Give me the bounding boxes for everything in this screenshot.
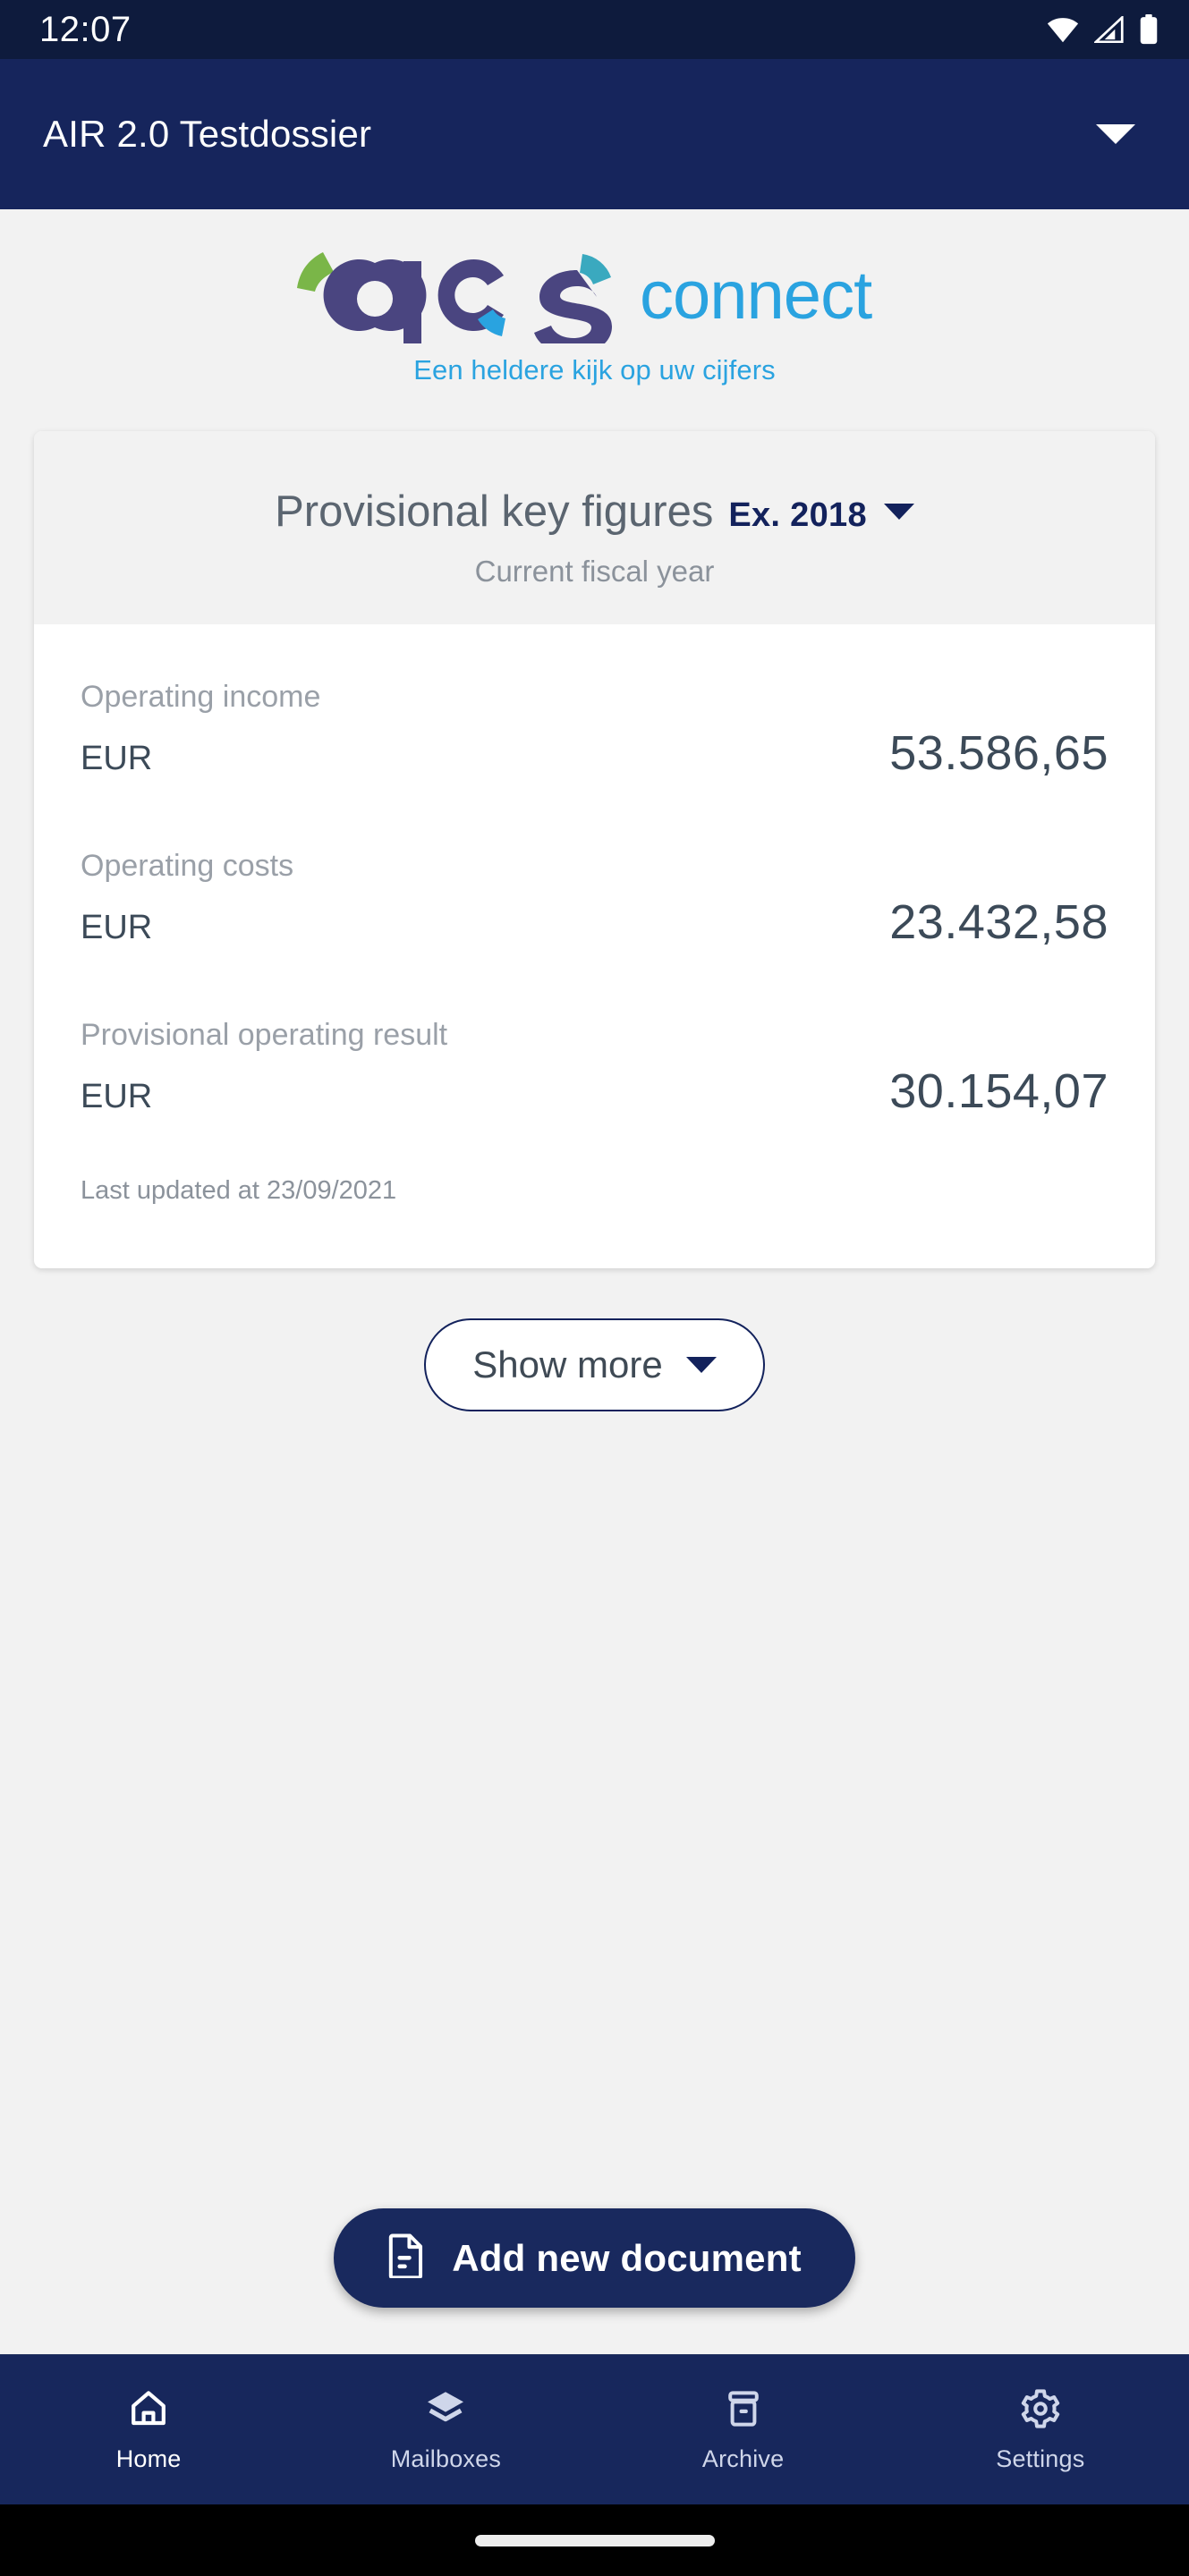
figure-currency: EUR [81,740,153,777]
nav-label-mailboxes: Mailboxes [390,2445,502,2472]
card-title-row: Provisional key figures Ex. 2018 [34,487,1155,537]
main-content: connect Een heldere kijk op uw cijfers P… [0,209,1189,2354]
chevron-down-icon[interactable] [1096,124,1135,144]
figure-label: Provisional operating result [81,1018,448,1052]
card-subtitle: Current fiscal year [474,555,715,588]
figure-line: EUR 23.432,58 [81,894,1108,950]
layers-icon [424,2387,467,2435]
cellular-signal-icon [1094,16,1125,43]
table-row: Operating costs EUR 23.432,58 [81,822,1108,991]
figure-label: Operating costs [81,849,294,883]
add-new-document-button[interactable]: Add new document [334,2208,855,2308]
wifi-icon [1046,16,1080,43]
gear-icon [1019,2387,1062,2435]
nav-item-home[interactable]: Home [0,2387,297,2473]
home-icon [127,2387,170,2435]
figure-value: 23.432,58 [889,895,1108,949]
figure-currency: EUR [81,1078,153,1115]
key-figures-card: Provisional key figures Ex. 2018 Current… [34,431,1155,1268]
table-row: Provisional operating result EUR 30.154,… [81,991,1108,1160]
add-new-document-label: Add new document [452,2236,802,2279]
figure-line: EUR 30.154,07 [81,1063,1108,1119]
svg-text:connect: connect [640,258,872,334]
document-icon [387,2233,425,2283]
table-row: Operating income EUR 53.586,65 [81,653,1108,822]
figure-value: 53.586,65 [889,726,1108,780]
system-gesture-bar [0,2504,1189,2576]
caret-down-icon[interactable] [883,504,914,520]
app-bar[interactable]: AIR 2.0 Testdossier [0,59,1189,209]
figure-value: 30.154,07 [889,1064,1108,1118]
status-bar: 12:07 [0,0,1189,59]
brand-header: connect Een heldere kijk op uw cijfers [0,209,1189,386]
last-updated-text: Last updated at 23/09/2021 [81,1176,397,1205]
caret-down-icon [685,1357,717,1373]
card-footer: Last updated at 23/09/2021 [81,1160,1108,1259]
fab-container: Add new document [0,2208,1189,2308]
battery-icon [1139,14,1159,45]
show-more-label: Show more [472,1343,663,1385]
nav-label-archive: Archive [701,2445,785,2472]
brand-tagline: Een heldere kijk op uw cijfers [413,354,776,386]
figure-currency: EUR [81,909,153,946]
figure-label: Operating income [81,680,321,714]
show-more-button[interactable]: Show more [424,1318,765,1411]
nav-item-archive[interactable]: Archive [595,2387,892,2473]
nav-label-settings: Settings [996,2445,1085,2472]
page-title: Provisional key figures [275,487,714,536]
fiscal-year-selector-label[interactable]: Ex. 2018 [728,496,867,535]
archive-box-icon [722,2387,765,2435]
status-bar-clock: 12:07 [39,9,132,49]
phone-screen: 12:07 AIR 2.0 Testdossier connect Een he… [0,0,1189,2576]
status-bar-icons [1046,14,1159,45]
nav-label-home: Home [115,2445,182,2472]
acs-connect-logo: connect [296,252,873,343]
dossier-title: AIR 2.0 Testdossier [43,113,372,155]
card-header: Provisional key figures Ex. 2018 Current… [34,431,1155,624]
nav-item-settings[interactable]: Settings [892,2387,1189,2473]
show-more-container: Show more [0,1318,1189,1411]
bottom-navigation: Home Mailboxes Archive Settings [0,2354,1189,2504]
figure-line: EUR 53.586,65 [81,725,1108,781]
gesture-handle[interactable] [474,2534,715,2546]
nav-item-mailboxes[interactable]: Mailboxes [297,2387,594,2473]
figures-list: Operating income EUR 53.586,65 Operating… [34,624,1155,1268]
